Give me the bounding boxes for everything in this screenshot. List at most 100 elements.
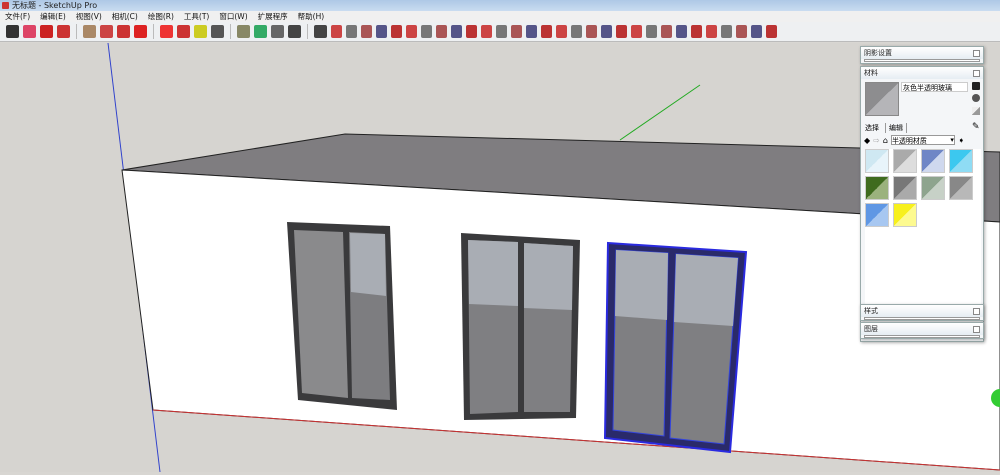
material-name-field[interactable]: 灰色半透明玻璃 (901, 82, 968, 92)
tool-icon[interactable] (721, 25, 732, 38)
material-swatch[interactable] (949, 149, 973, 173)
tool-icon[interactable] (496, 25, 507, 38)
material-swatch[interactable] (949, 176, 973, 200)
tool-icon[interactable] (346, 25, 357, 38)
push-pull-icon[interactable] (100, 25, 113, 38)
zoom-extents-icon[interactable] (314, 25, 327, 38)
tool-icon[interactable] (406, 25, 417, 38)
tool-icon[interactable] (751, 25, 762, 38)
material-swatch[interactable] (893, 203, 917, 227)
tape-measure-icon[interactable] (194, 25, 207, 38)
tool-icon[interactable] (691, 25, 702, 38)
menu-item[interactable]: 编辑(E) (35, 11, 71, 22)
window-title: 无标题 - SketchUp Pro (12, 1, 98, 10)
details-icon[interactable]: ➧ (958, 136, 965, 145)
toolbar-separator (307, 24, 308, 39)
tool-icon[interactable] (361, 25, 372, 38)
panel-toggle-button[interactable] (973, 307, 980, 315)
back-icon[interactable]: ◆ (864, 136, 870, 145)
collection-dropdown[interactable]: 半透明材质 ▾ (890, 135, 955, 145)
menu-item[interactable]: 帮助(H) (293, 11, 330, 22)
panel-toggle-button[interactable] (973, 49, 980, 57)
tool-icon[interactable] (601, 25, 612, 38)
materials-panel: 材料 灰色半透明玻璃 选择 编辑 ✎ ◆ ⇨ ⌂ 半透明材质 ▾ ➧ (860, 66, 984, 342)
menu-item[interactable]: 视图(V) (71, 11, 107, 22)
tool-icon[interactable] (451, 25, 462, 38)
material-swatch[interactable] (921, 149, 945, 173)
window-2[interactable] (461, 233, 580, 420)
eyedropper-icon[interactable]: ✎ (972, 122, 980, 132)
layers-panel-title[interactable]: 图层 (864, 324, 878, 334)
tool-icon[interactable] (676, 25, 687, 38)
styles-panel-title[interactable]: 样式 (864, 306, 878, 316)
rectangle-icon[interactable] (83, 25, 96, 38)
material-swatch[interactable] (893, 176, 917, 200)
layers-panel: 图层 (860, 322, 984, 339)
menu-item[interactable]: 相机(C) (107, 11, 143, 22)
tool-icon[interactable] (616, 25, 627, 38)
sketchup-icon (2, 2, 9, 9)
tool-icon[interactable] (526, 25, 537, 38)
forward-icon[interactable]: ⇨ (873, 136, 880, 145)
material-swatch[interactable] (893, 149, 917, 173)
menu-item[interactable]: 文件(F) (0, 11, 35, 22)
orbit-icon[interactable] (254, 25, 267, 38)
material-swatch[interactable] (865, 176, 889, 200)
move-icon[interactable] (134, 25, 147, 38)
3d-viewport[interactable] (0, 42, 1000, 473)
panel-toggle-button[interactable] (973, 69, 980, 77)
menu-item[interactable]: 绘图(R) (143, 11, 179, 22)
collection-value: 半透明材质 (891, 137, 927, 145)
tool-icon[interactable] (556, 25, 567, 38)
text-icon[interactable] (211, 25, 224, 38)
tool-icon[interactable] (376, 25, 387, 38)
tool-icon[interactable] (646, 25, 657, 38)
styles-panel: 样式 (860, 304, 984, 321)
material-swatch[interactable] (921, 176, 945, 200)
menu-item[interactable]: 扩展程序 (253, 11, 293, 22)
tool-icon[interactable] (436, 25, 447, 38)
eraser-icon[interactable] (23, 25, 36, 38)
tool-icon[interactable] (661, 25, 672, 38)
tool-icon[interactable] (571, 25, 582, 38)
materials-panel-title[interactable]: 材料 (864, 68, 878, 78)
shadow-panel-title[interactable]: 阴影设置 (864, 48, 892, 58)
tool-icon[interactable] (631, 25, 642, 38)
window-3-selected[interactable] (603, 241, 748, 454)
pencil-icon[interactable] (40, 25, 53, 38)
panel-toggle-button[interactable] (973, 325, 980, 333)
tool-icon[interactable] (706, 25, 717, 38)
create-material-icon[interactable] (972, 82, 980, 90)
menu-item[interactable]: 窗口(W) (214, 11, 252, 22)
select-icon[interactable] (6, 25, 19, 38)
toolbar-separator (76, 24, 77, 39)
tool-icon[interactable] (481, 25, 492, 38)
toolbar-separator (153, 24, 154, 39)
tool-icon[interactable] (511, 25, 522, 38)
material-swatch[interactable] (865, 203, 889, 227)
scale-icon[interactable] (177, 25, 190, 38)
tab-edit[interactable]: 编辑 (885, 123, 907, 133)
tool-icon[interactable] (466, 25, 477, 38)
material-swatch[interactable] (865, 149, 889, 173)
sample-paint-icon[interactable] (972, 107, 980, 115)
tool-icon[interactable] (736, 25, 747, 38)
zoom-icon[interactable] (288, 25, 301, 38)
chevron-down-icon: ▾ (950, 136, 954, 144)
tool-icon[interactable] (586, 25, 597, 38)
tool-icon[interactable] (766, 25, 777, 38)
pan-icon[interactable] (271, 25, 284, 38)
paint-bucket-icon[interactable] (237, 25, 250, 38)
tool-icon[interactable] (541, 25, 552, 38)
menu-item[interactable]: 工具(T) (179, 11, 214, 22)
tool-icon[interactable] (421, 25, 432, 38)
arc-icon[interactable] (57, 25, 70, 38)
follow-me-icon[interactable] (117, 25, 130, 38)
tab-select[interactable]: 选择 (865, 123, 879, 133)
tool-icon[interactable] (391, 25, 402, 38)
tool-icon[interactable] (331, 25, 342, 38)
rotate-icon[interactable] (160, 25, 173, 38)
home-icon[interactable]: ⌂ (883, 136, 888, 145)
default-material-icon[interactable] (972, 94, 980, 102)
window-1[interactable] (287, 222, 397, 410)
